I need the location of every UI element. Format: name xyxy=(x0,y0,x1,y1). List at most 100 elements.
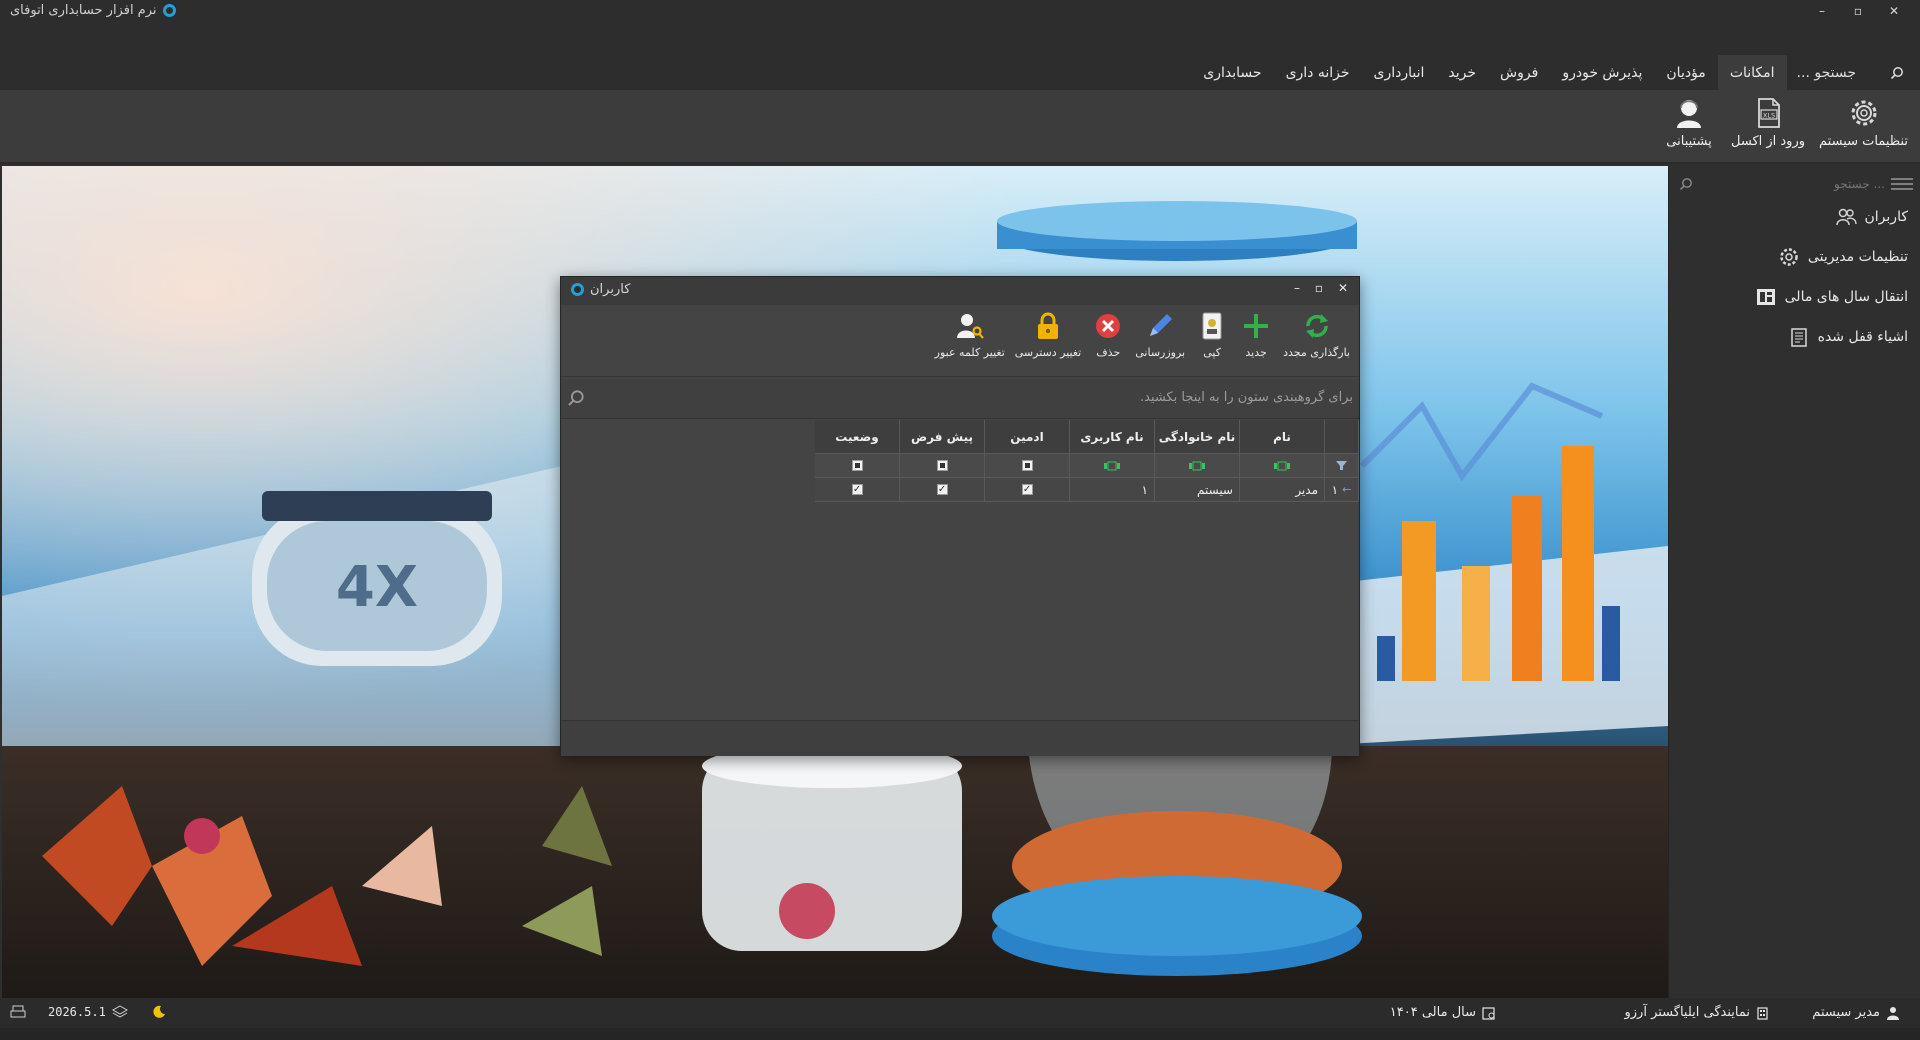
change-access-button[interactable]: تغییر دسترسی xyxy=(1012,311,1084,359)
filter-cell-username[interactable] xyxy=(1070,454,1155,478)
tab-vehicle-reception[interactable]: پذیرش خودرو xyxy=(1550,55,1654,91)
tab-purchase[interactable]: خرید xyxy=(1436,55,1488,91)
app-window: نرم افزار حسابداری اتوفای – ▫ ✕ حسابداری… xyxy=(0,0,1920,1040)
app-title-text: نرم افزار حسابداری اتوفای xyxy=(10,3,157,18)
group-by-panel[interactable]: برای گروهبندی ستون را به اینجا بکشید. xyxy=(561,379,1359,419)
reload-icon xyxy=(1305,314,1328,338)
filter-condition-icon xyxy=(1189,461,1205,470)
side-search xyxy=(1677,172,1913,196)
title-bar: نرم افزار حسابداری اتوفای – ▫ ✕ xyxy=(0,0,1920,22)
cell-status[interactable]: ✓ xyxy=(815,478,900,502)
pencil-icon xyxy=(1150,314,1173,336)
user-key-icon xyxy=(956,314,984,339)
dialog-title-bar[interactable]: کاربران – ▫ ✕ xyxy=(561,277,1359,305)
default-checkbox[interactable]: ✓ xyxy=(936,484,948,495)
status-fiscal-year: سال مالی ۱۴۰۴ xyxy=(1390,1005,1496,1020)
menu-search-label: جستجو ... xyxy=(1796,65,1856,81)
search-icon[interactable] xyxy=(567,389,585,407)
column-header-username[interactable]: نام کاربری xyxy=(1070,420,1155,454)
filter-cell-default[interactable] xyxy=(900,454,985,478)
close-button[interactable]: ✕ xyxy=(1876,0,1912,22)
column-header-admin[interactable]: ادمین xyxy=(985,420,1070,454)
cell-username[interactable]: ۱ xyxy=(1070,478,1155,502)
tab-taxpayers[interactable]: مؤدیان xyxy=(1654,55,1717,91)
system-settings-button[interactable]: تنظیمات سیستم xyxy=(1815,96,1912,149)
user-icon xyxy=(1887,1006,1899,1020)
search-icon xyxy=(1679,178,1692,191)
calendar-icon xyxy=(1482,1006,1495,1020)
plus-icon xyxy=(1244,314,1269,338)
cell-default[interactable]: ✓ xyxy=(900,478,985,502)
update-button[interactable]: بروزرسانی xyxy=(1132,311,1188,359)
support-person-icon xyxy=(1677,100,1701,128)
sidebar-item-fiscal-year-transfer[interactable]: انتقال سال های مالی xyxy=(1755,286,1908,308)
current-row-arrow-icon: ← xyxy=(1342,483,1352,496)
menu-tabs: حسابداری خزانه داری انبارداری خرید فروش … xyxy=(1191,55,1914,91)
svg-text:4X: 4X xyxy=(336,555,418,620)
sidebar-item-label: تنظیمات مدیریتی xyxy=(1807,249,1908,265)
cell-first-name[interactable]: مدیر xyxy=(1240,478,1325,502)
filter-checkbox[interactable] xyxy=(936,460,948,471)
svg-text:XLS: XLS xyxy=(1763,112,1775,120)
dialog-title: کاربران xyxy=(590,282,631,297)
hamburger-menu-icon[interactable] xyxy=(1891,177,1913,191)
status-user-text: مدیر سیستم xyxy=(1812,1005,1880,1020)
dialog-minimize-button[interactable]: – xyxy=(1287,281,1307,295)
filter-cell-status[interactable] xyxy=(815,454,900,478)
sidebar-item-users[interactable]: کاربران xyxy=(1835,206,1908,228)
minimize-button[interactable]: – xyxy=(1804,0,1840,22)
filter-cell-first-name[interactable] xyxy=(1240,454,1325,478)
filter-cell-last-name[interactable] xyxy=(1155,454,1240,478)
column-header-first-name[interactable]: نام xyxy=(1240,420,1325,454)
layers-icon[interactable] xyxy=(111,1005,128,1019)
support-button[interactable]: پشتیبانی xyxy=(1657,96,1721,149)
status-agency: نمایندگی ایلیاگستر آرزو xyxy=(1625,1005,1771,1020)
printer-icon[interactable] xyxy=(10,1005,26,1019)
lock-icon xyxy=(1038,312,1058,339)
filter-checkbox[interactable] xyxy=(1021,460,1033,471)
tab-accounting[interactable]: حسابداری xyxy=(1191,55,1273,91)
row-indicator[interactable]: ← ۱ xyxy=(1325,478,1359,502)
sidebar-item-locked-objects[interactable]: اشیاء قفل شده xyxy=(1788,326,1908,348)
fiscal-year-transfer-icon xyxy=(1756,289,1775,305)
delete-label: حذف xyxy=(1096,346,1121,359)
reload-button[interactable]: بارگذاری مجدد xyxy=(1280,311,1353,359)
moon-icon[interactable] xyxy=(152,1005,166,1019)
filter-checkbox[interactable] xyxy=(851,460,863,471)
tab-treasury[interactable]: خزانه داری xyxy=(1274,55,1362,91)
users-grid: نام نام خانوادگی نام کاربری ادمین پیش فر… xyxy=(561,420,1359,720)
dialog-maximize-button[interactable]: ▫ xyxy=(1309,281,1329,295)
filter-cell-admin[interactable] xyxy=(985,454,1070,478)
status-checkbox[interactable]: ✓ xyxy=(851,484,863,495)
filter-icon xyxy=(1336,461,1347,470)
change-password-button[interactable]: تغییر کلمه عبور xyxy=(932,311,1008,359)
tab-sales[interactable]: فروش xyxy=(1488,55,1550,91)
system-settings-label: تنظیمات سیستم xyxy=(1819,134,1908,149)
tab-facilities[interactable]: امکانات xyxy=(1717,55,1787,91)
column-header-default[interactable]: پیش فرض xyxy=(900,420,985,454)
sidebar-item-label: اشیاء قفل شده xyxy=(1817,329,1908,345)
column-header-last-name[interactable]: نام خانوادگی xyxy=(1155,420,1240,454)
new-button[interactable]: جدید xyxy=(1236,311,1276,359)
gear-icon xyxy=(1851,100,1877,126)
maximize-button[interactable]: ▫ xyxy=(1840,0,1876,22)
excel-import-button[interactable]: XLS ورود از اکسل xyxy=(1727,96,1809,149)
ribbon: تنظیمات سیستم XLS ورود از اکسل پشتیبانی xyxy=(0,90,1920,164)
group-by-hint: برای گروهبندی ستون را به اینجا بکشید. xyxy=(1139,390,1353,405)
cell-last-name[interactable]: سیستم xyxy=(1155,478,1240,502)
status-user: مدیر سیستم xyxy=(1812,1005,1900,1020)
tab-warehouse[interactable]: انبارداری xyxy=(1362,55,1437,91)
sidebar-item-admin-settings[interactable]: تنظیمات مدیریتی xyxy=(1778,246,1908,268)
menu-search[interactable]: جستجو ... xyxy=(1787,55,1914,91)
cell-admin[interactable]: ✓ xyxy=(985,478,1070,502)
delete-button[interactable]: حذف xyxy=(1088,311,1128,359)
dialog-footer xyxy=(561,720,1359,756)
row-indicator-header xyxy=(1325,420,1359,454)
admin-settings-icon xyxy=(1780,248,1798,266)
copy-button[interactable]: کپی xyxy=(1192,311,1232,359)
column-header-status[interactable]: وضعیت xyxy=(815,420,900,454)
status-bar: مدیر سیستم نمایندگی ایلیاگستر آرزو سال م… xyxy=(0,998,1920,1028)
admin-checkbox[interactable]: ✓ xyxy=(1021,484,1033,495)
side-search-input[interactable] xyxy=(1677,173,1885,195)
dialog-close-button[interactable]: ✕ xyxy=(1333,281,1353,295)
